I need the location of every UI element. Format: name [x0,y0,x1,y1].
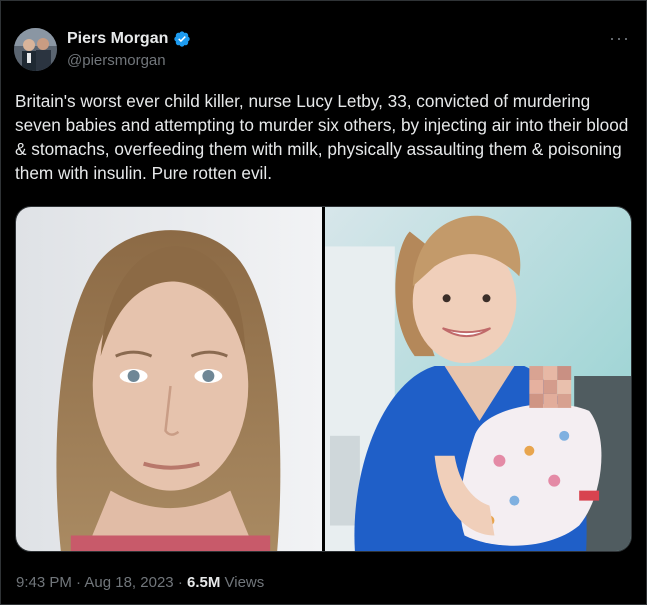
tweet-date[interactable]: Aug 18, 2023 [84,574,173,591]
mugshot-photo[interactable] [16,207,322,551]
avatar[interactable] [14,28,57,71]
more-options-icon[interactable]: ··· [609,29,630,47]
meta-separator: · [76,574,82,591]
verified-badge-icon [173,30,191,48]
nurse-holding-baby-photo[interactable] [325,207,631,551]
nurse-baby-image [325,207,631,551]
views-count: 6.5M [186,574,221,591]
author-block: Piers Morgan @piersmorgan [67,29,191,71]
mugshot-image [16,207,322,551]
meta-separator: · [177,574,183,591]
views-label: Views [224,574,265,591]
tweet-card: Piers Morgan @piersmorgan ··· Britain's … [0,0,647,605]
avatar-image [14,28,57,71]
tweet-metadata: 9:43 PM · Aug 18, 2023 · 6.5M Views [16,573,264,593]
media-grid [15,206,632,552]
tweet-time[interactable]: 9:43 PM [16,574,72,591]
author-name[interactable]: Piers Morgan [67,29,168,49]
blurred-face [529,366,572,408]
tweet-text: Britain's worst ever child killer, nurse… [15,91,629,183]
author-handle[interactable]: @piersmorgan [67,51,191,71]
